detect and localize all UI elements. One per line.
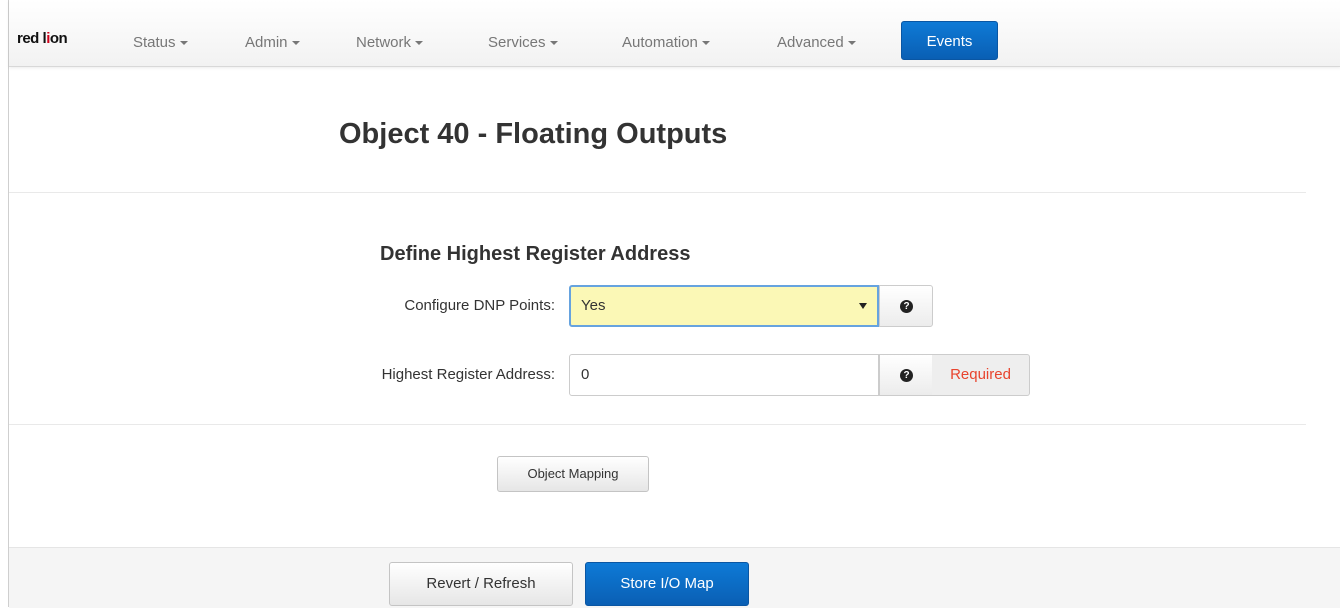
highest-register-value: 0 [581,366,590,383]
highest-register-help-button[interactable]: ? [879,354,933,396]
nav-network[interactable]: Network [356,34,424,51]
nav-status[interactable]: Status [133,34,188,51]
highest-register-label: Highest Register Address: [381,366,555,383]
question-circle-icon: ? [900,369,913,382]
nav-status-label: Status [133,34,176,51]
nav-admin[interactable]: Admin [245,34,300,51]
nav-advanced[interactable]: Advanced [777,34,856,51]
caret-down-icon [179,41,188,46]
caret-down-icon [549,41,558,46]
logo-text-left: red l [17,30,47,47]
nav-advanced-label: Advanced [777,34,844,51]
question-circle-icon: ? [900,300,913,313]
redlion-logo[interactable]: red lion [17,30,68,47]
logo-text-right: on [49,30,68,47]
caret-down-icon [415,41,424,46]
highest-register-input[interactable]: 0 [569,354,879,396]
caret-down-icon [291,41,300,46]
configure-dnp-select[interactable]: Yes [569,285,879,327]
nav-automation[interactable]: Automation [622,34,710,51]
configure-dnp-help-button[interactable]: ? [879,285,933,327]
nav-admin-label: Admin [245,34,288,51]
configure-dnp-value: Yes [581,297,606,314]
nav-network-label: Network [356,34,412,51]
required-indicator: Required [932,354,1030,396]
divider [9,424,1306,425]
app-window: red lion Status Admin Network Services A… [8,0,1340,608]
caret-down-icon [701,41,710,46]
nav-services-label: Services [488,34,546,51]
configure-dnp-label: Configure DNP Points: [404,297,555,314]
top-navbar: red lion Status Admin Network Services A… [9,0,1340,67]
store-io-map-button[interactable]: Store I/O Map [585,562,749,606]
object-mapping-button[interactable]: Object Mapping [497,456,649,492]
section-title: Define Highest Register Address [380,243,691,265]
nav-events[interactable]: Events [901,21,998,60]
page-title: Object 40 - Floating Outputs [339,118,728,150]
nav-services[interactable]: Services [488,34,558,51]
divider [9,192,1306,193]
dropdown-arrow-icon [859,303,867,309]
footer-action-bar: Revert / Refresh Store I/O Map [9,547,1340,608]
revert-refresh-button[interactable]: Revert / Refresh [389,562,573,606]
nav-automation-label: Automation [622,34,698,51]
caret-down-icon [847,41,856,46]
